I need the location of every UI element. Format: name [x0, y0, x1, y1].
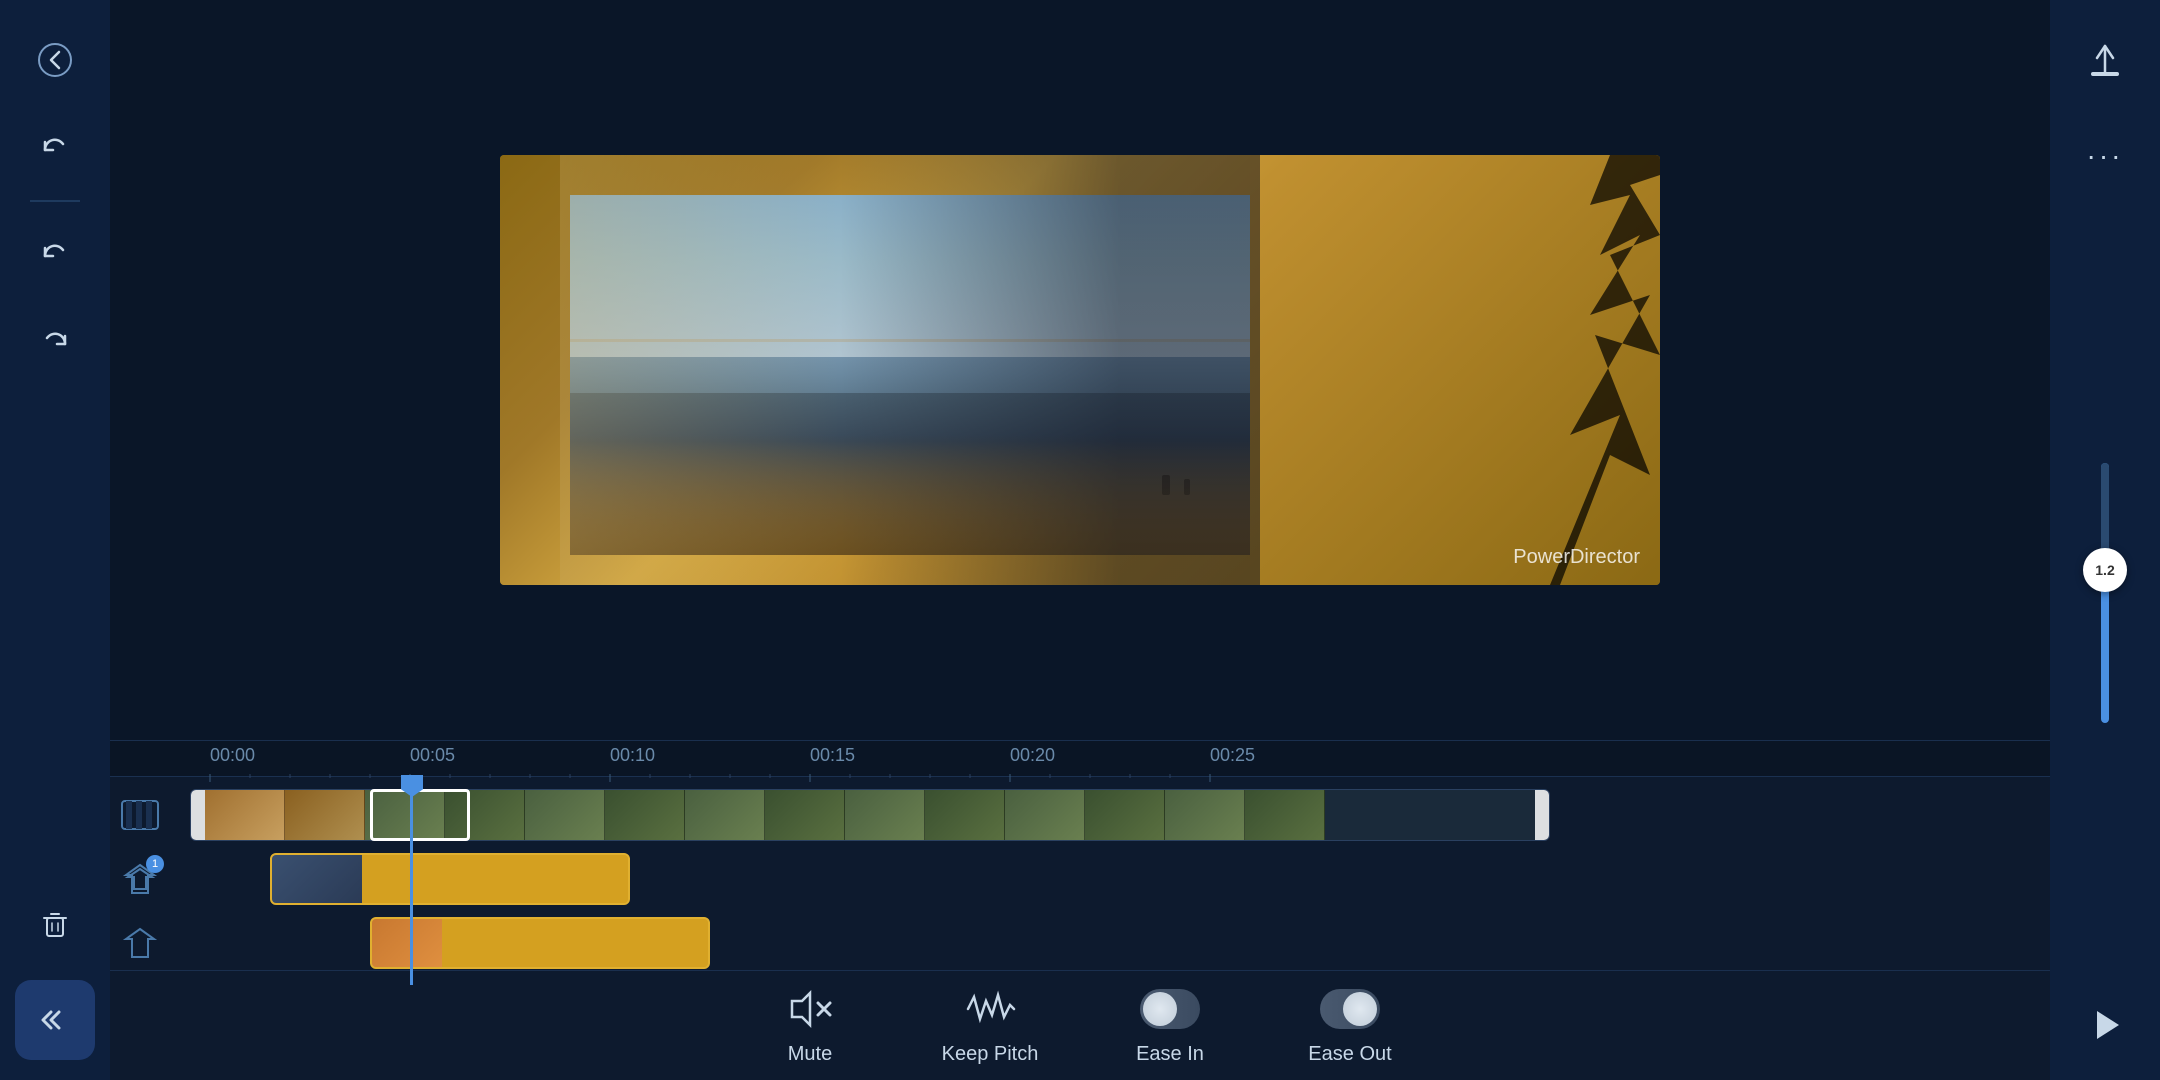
- overlay-track-2-icon: [110, 925, 170, 961]
- mute-label: Mute: [788, 1043, 832, 1066]
- delete-button[interactable]: [15, 884, 95, 964]
- keep-pitch-button[interactable]: Keep Pitch: [940, 985, 1040, 1066]
- export-button[interactable]: [2065, 20, 2145, 100]
- more-options-button[interactable]: ···: [2065, 116, 2145, 196]
- mute-button[interactable]: Mute: [760, 985, 860, 1066]
- play-button[interactable]: [2070, 990, 2140, 1060]
- bottom-toolbar: Mute Keep Pitch Ease In: [110, 970, 2050, 1080]
- sidebar-divider-1: [30, 200, 80, 202]
- timeline-area: 00:00 00:05 00:10 00:15 00:20 00:25: [110, 740, 2050, 970]
- ruler-mark-25: 00:25: [1210, 745, 1255, 766]
- clip-right-handle[interactable]: [1535, 790, 1549, 840]
- mute-icon: [780, 985, 840, 1033]
- redo-button[interactable]: [15, 302, 95, 382]
- overlay-track-1-icon: 1: [110, 861, 170, 897]
- keep-pitch-label: Keep Pitch: [942, 1043, 1039, 1066]
- left-sidebar: [0, 0, 110, 1080]
- volume-track-upper: [2101, 463, 2109, 553]
- timeline-tracks: 1: [110, 777, 2050, 985]
- overlay-track-2-content: [170, 917, 2050, 969]
- watermark: PowerDirector: [1513, 546, 1640, 569]
- ruler-mark-20: 00:20: [1010, 745, 1055, 766]
- overlay-track-2-row: [110, 913, 2050, 973]
- ease-out-label: Ease Out: [1308, 1043, 1391, 1066]
- ease-out-icon: [1320, 985, 1380, 1033]
- video-track-row: [110, 785, 2050, 845]
- overlay-track-1-row: 1: [110, 849, 2050, 909]
- ruler-mark-10: 00:10: [610, 745, 655, 766]
- clip-left-handle[interactable]: [191, 790, 205, 840]
- volume-slider-container: 1.2: [2101, 222, 2109, 964]
- ruler-mark-15: 00:15: [810, 745, 855, 766]
- volume-track[interactable]: 1.2: [2101, 463, 2109, 723]
- undo-button[interactable]: [15, 108, 95, 188]
- overlay-track-1-content: [170, 853, 2050, 905]
- ruler-mark-0: 00:00: [210, 745, 255, 766]
- right-sidebar: ··· 1.2: [2050, 0, 2160, 1080]
- undo2-button[interactable]: [15, 214, 95, 294]
- ruler-mark-5: 00:05: [410, 745, 455, 766]
- video-track-content: [170, 789, 2050, 841]
- keep-pitch-icon: [960, 985, 1020, 1033]
- video-frame: PowerDirector: [500, 155, 1660, 585]
- collapse-button[interactable]: [15, 980, 95, 1060]
- volume-value: 1.2: [2095, 562, 2114, 578]
- video-preview-area: PowerDirector: [110, 0, 2050, 740]
- timeline-ruler: 00:00 00:05 00:10 00:15 00:20 00:25: [110, 741, 2050, 777]
- video-track-icon: [110, 797, 170, 833]
- volume-knob[interactable]: 1.2: [2083, 548, 2127, 592]
- ease-in-label: Ease In: [1136, 1043, 1204, 1066]
- main-content: PowerDirector 00:00 00:05 00:10 00:15 00…: [110, 0, 2050, 1080]
- back-button[interactable]: [15, 20, 95, 100]
- ease-in-button[interactable]: Ease In: [1120, 985, 1220, 1066]
- ease-out-button[interactable]: Ease Out: [1300, 985, 1400, 1066]
- ease-in-icon: [1140, 985, 1200, 1033]
